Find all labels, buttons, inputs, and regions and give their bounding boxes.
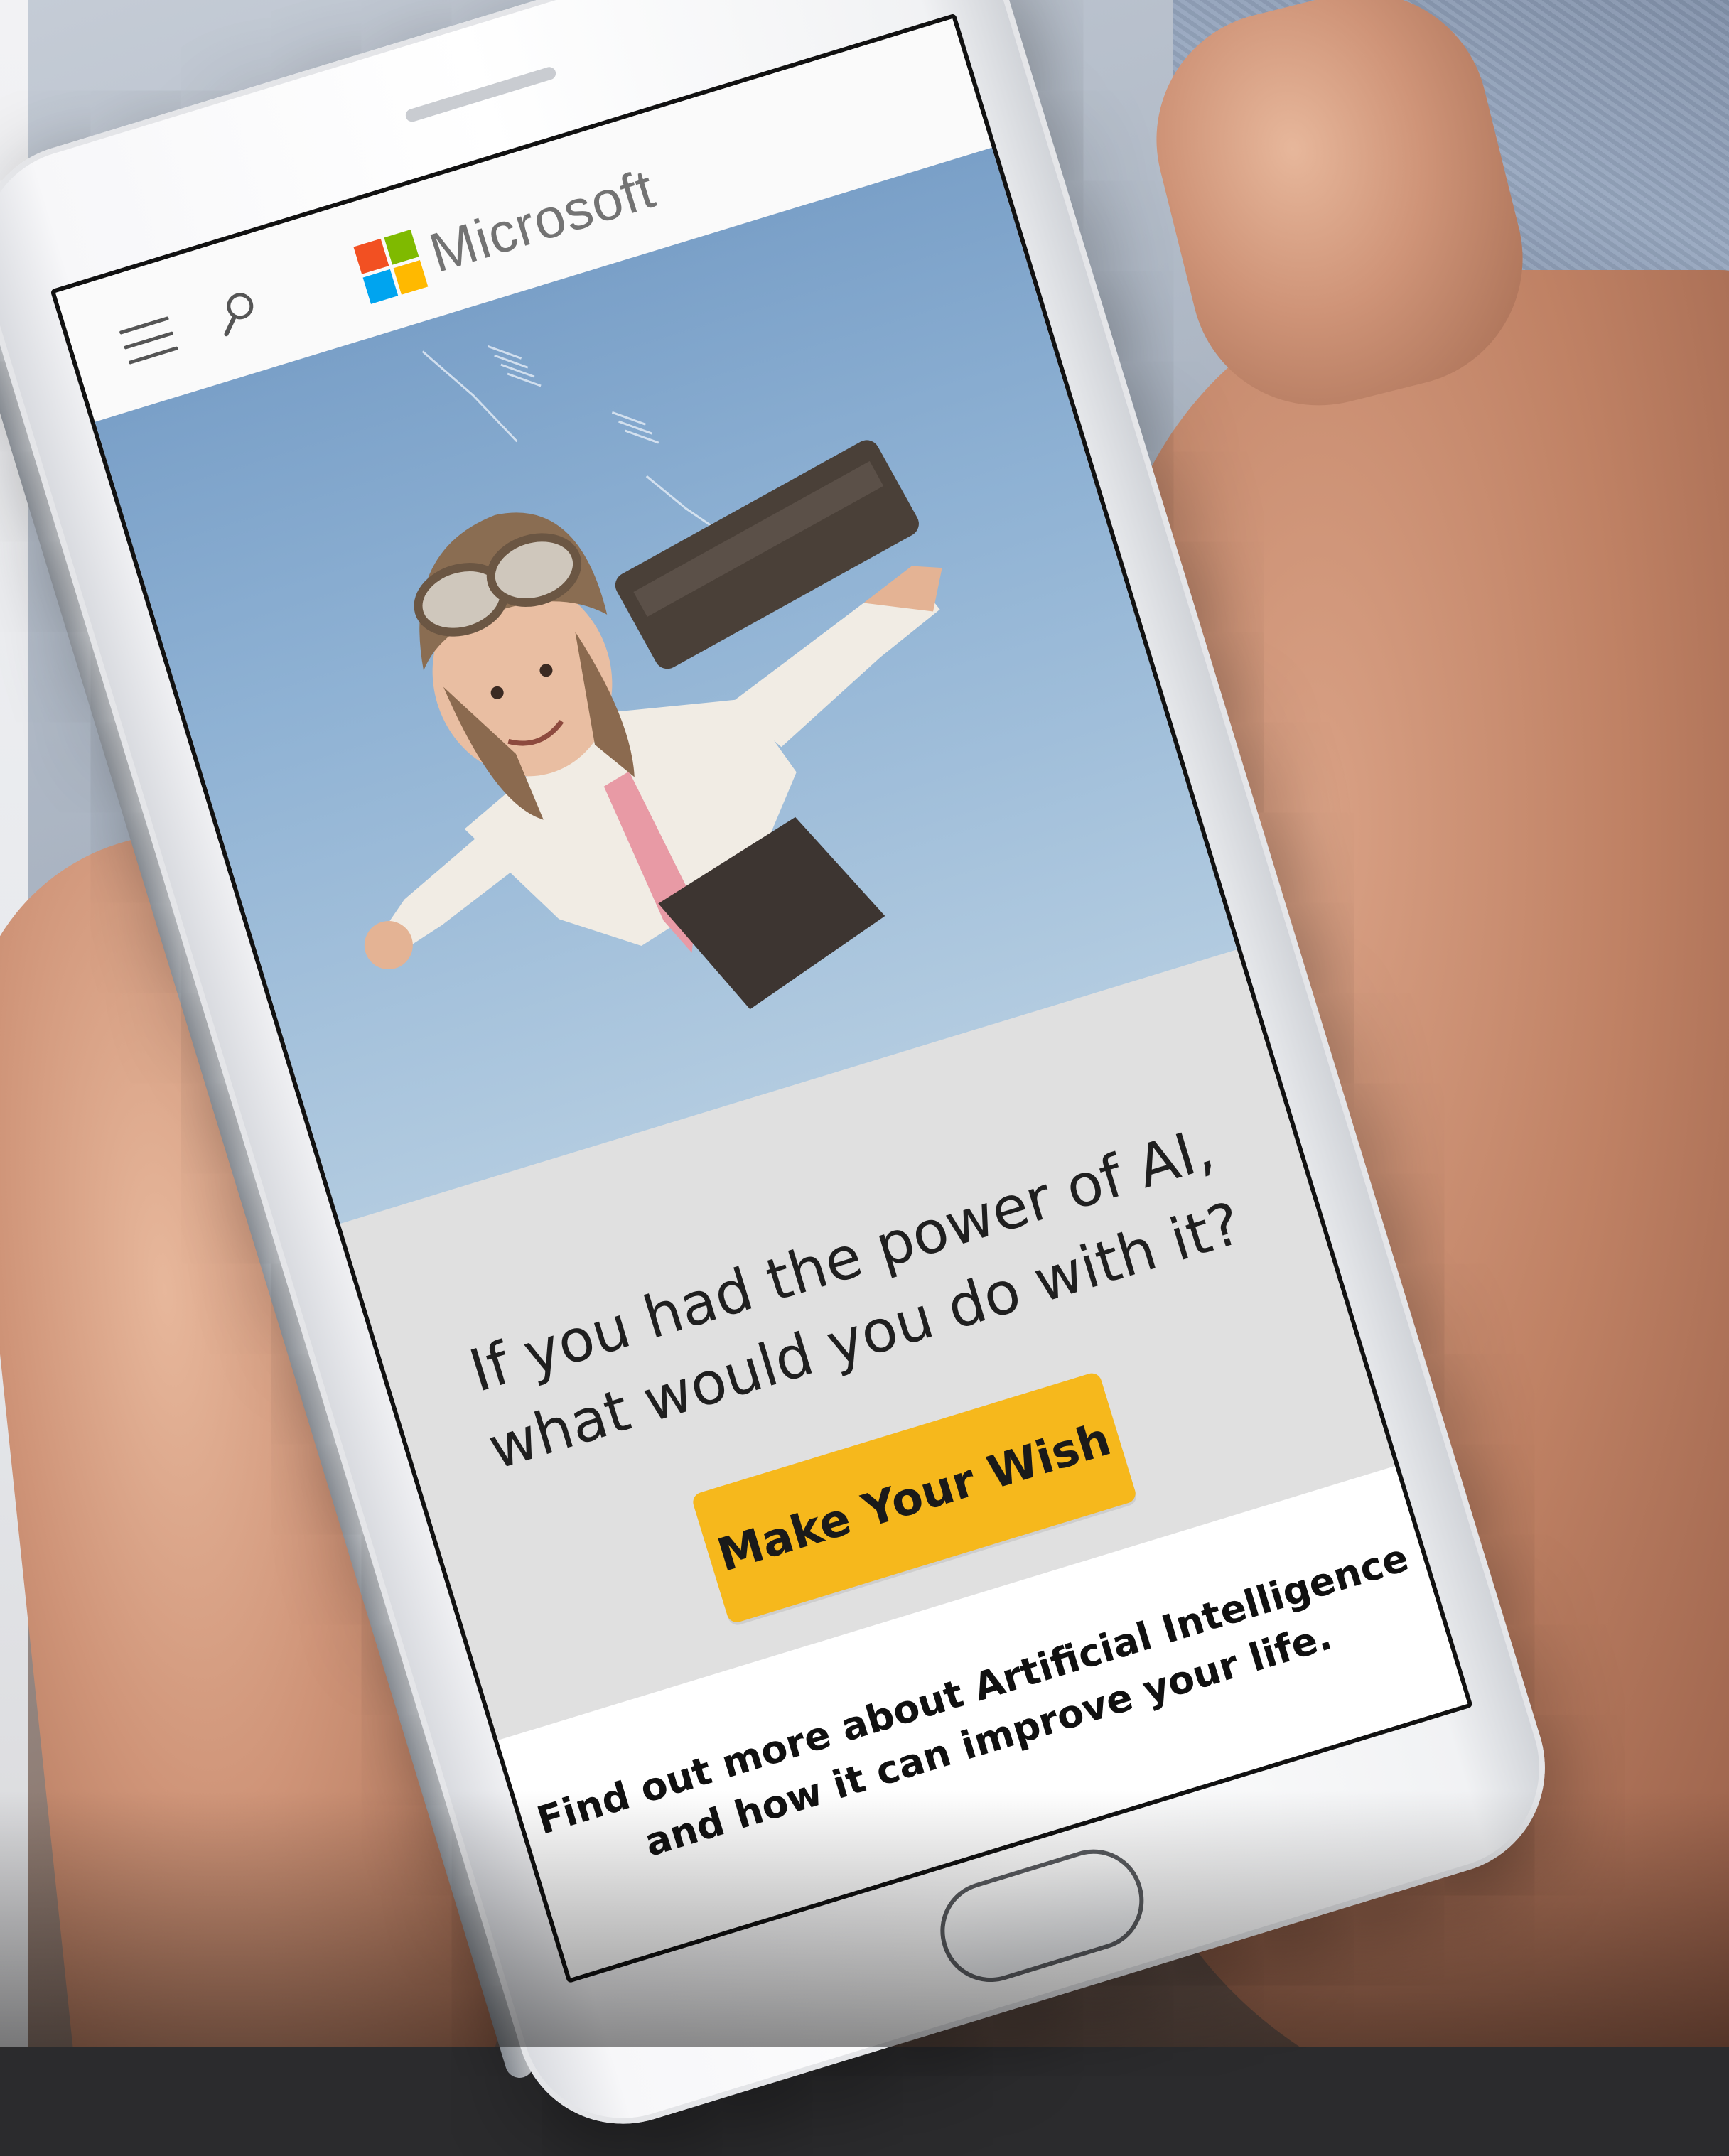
hamburger-menu-icon[interactable] <box>119 316 178 365</box>
search-icon[interactable] <box>209 284 266 341</box>
microsoft-logo-icon <box>353 229 429 304</box>
bottom-shadow <box>0 1791 1729 2047</box>
